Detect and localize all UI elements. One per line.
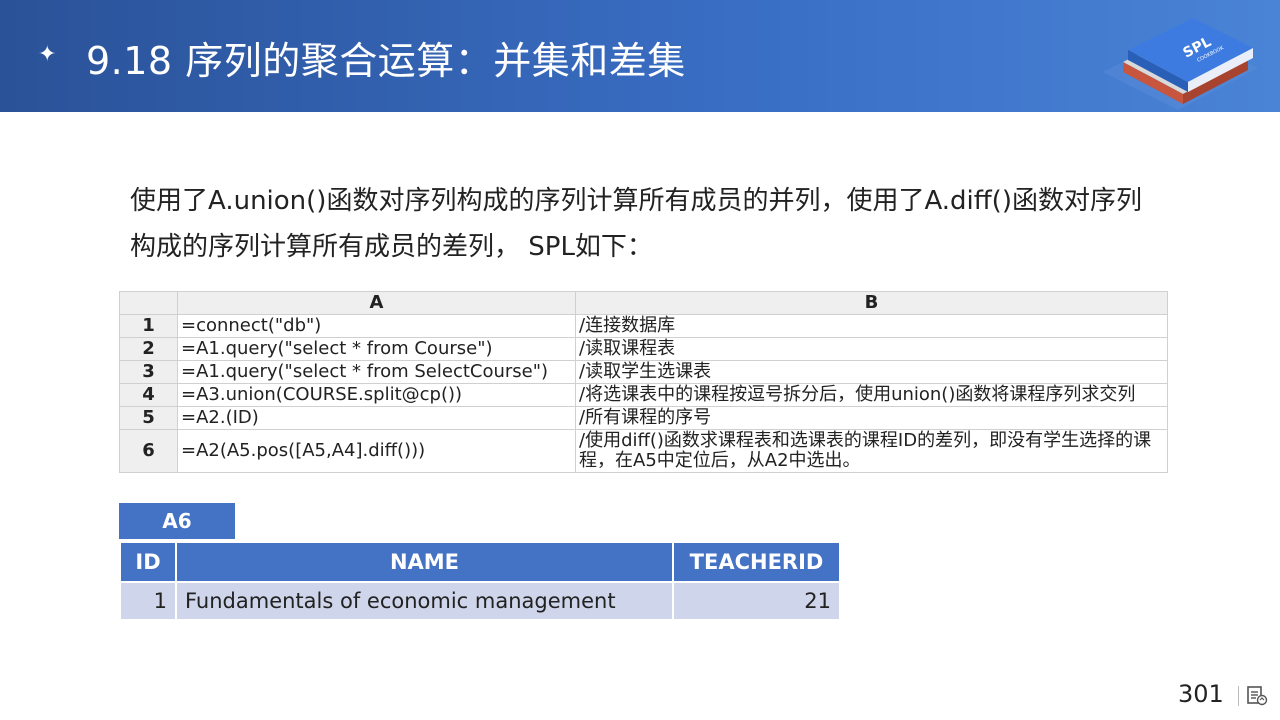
cell-a2[interactable]: =A1.query("select * from Course") (177, 337, 576, 361)
result-label: A6 (119, 503, 235, 539)
spl-cookbook-logo: SPL COOKBOOK (1103, 18, 1258, 110)
cell-b6[interactable]: /使用diff()函数求课程表和选课表的课程ID的差列，即没有学生选择的课程，在… (575, 429, 1168, 473)
result-header-row: ID NAME TEACHERID (119, 541, 841, 583)
result-table: ID NAME TEACHERID 1 Fundamentals of econ… (119, 541, 841, 621)
cell-a4[interactable]: =A3.union(COURSE.split@cp()) (177, 383, 576, 407)
slide-navigation-icon[interactable] (1246, 684, 1268, 706)
cell-b1[interactable]: /连接数据库 (575, 314, 1168, 338)
bullet-star-icon: ✦ (38, 42, 57, 67)
cell-b2[interactable]: /读取课程表 (575, 337, 1168, 361)
row-number: 5 (119, 406, 178, 430)
column-header-b: B (575, 291, 1168, 315)
cell-a3[interactable]: =A1.query("select * from SelectCourse") (177, 360, 576, 384)
cell-a6[interactable]: =A2(A5.pos([A5,A4].diff())) (177, 429, 576, 473)
code-row: 3 =A1.query("select * from SelectCourse"… (119, 360, 1168, 384)
slide-title: 9.18 序列的聚合运算：并集和差集 (86, 39, 686, 83)
column-header-a: A (177, 291, 576, 315)
code-row: 1 =connect("db") /连接数据库 (119, 314, 1168, 338)
cell-b3[interactable]: /读取学生选课表 (575, 360, 1168, 384)
row-number: 3 (119, 360, 178, 384)
code-header-row: A B (119, 291, 1168, 315)
footer-divider (1238, 686, 1239, 706)
cell-b4[interactable]: /将选课表中的课程按逗号拆分后，使用union()函数将课程序列求交列 (575, 383, 1168, 407)
cell-a1[interactable]: =connect("db") (177, 314, 576, 338)
title-bar: ✦ 9.18 序列的聚合运算：并集和差集 SPL COOKBOOK (0, 0, 1280, 112)
row-number: 4 (119, 383, 178, 407)
corner-cell (119, 291, 178, 315)
spl-code-grid: A B 1 =connect("db") /连接数据库 2 =A1.query(… (119, 291, 1168, 473)
code-row: 6 =A2(A5.pos([A5,A4].diff())) /使用diff()函… (119, 429, 1168, 473)
row-number: 6 (119, 429, 178, 473)
code-row: 4 =A3.union(COURSE.split@cp()) /将选课表中的课程… (119, 383, 1168, 407)
cell-teacherid: 21 (672, 581, 841, 621)
cell-name: Fundamentals of economic management (175, 581, 674, 621)
table-row: 1 Fundamentals of economic management 21 (119, 581, 841, 621)
cell-id: 1 (119, 581, 177, 621)
column-header-id: ID (119, 541, 177, 583)
description-paragraph: 使用了A.union()函数对序列构成的序列计算所有成员的并列，使用了A.dif… (130, 186, 1142, 262)
code-row: 2 =A1.query("select * from Course") /读取课… (119, 337, 1168, 361)
cell-b5[interactable]: /所有课程的序号 (575, 406, 1168, 430)
code-row: 5 =A2.(ID) /所有课程的序号 (119, 406, 1168, 430)
column-header-teacherid: TEACHERID (672, 541, 841, 583)
row-number: 1 (119, 314, 178, 338)
cell-a5[interactable]: =A2.(ID) (177, 406, 576, 430)
row-number: 2 (119, 337, 178, 361)
page-number: 301 (1178, 680, 1224, 708)
column-header-name: NAME (175, 541, 674, 583)
